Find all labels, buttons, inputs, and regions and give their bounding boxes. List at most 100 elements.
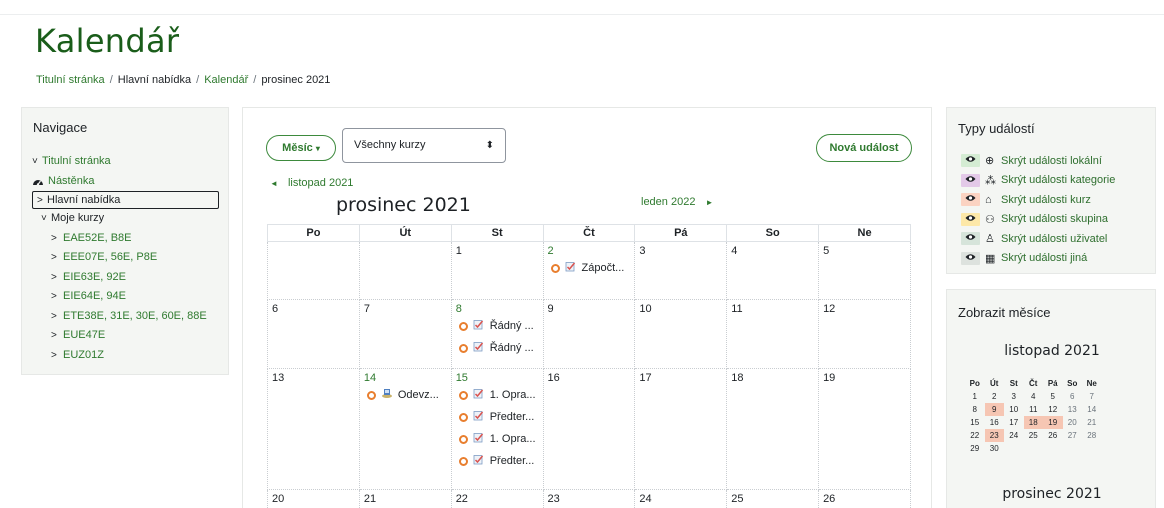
- calendar-day-cell[interactable]: 26: [818, 489, 911, 508]
- calendar-day-cell[interactable]: 2 Zápočt...: [542, 241, 636, 300]
- event-type-item[interactable]: ⌂ Skrýt události kurz: [961, 190, 1115, 210]
- assignment-icon: [473, 432, 486, 446]
- mini-month-title[interactable]: listopad 2021: [947, 343, 1157, 359]
- nav-item-course[interactable]: > EIE63E, 92E: [32, 268, 228, 288]
- calendar-day-cell[interactable]: [267, 241, 360, 300]
- breadcrumb-calendar-link[interactable]: Kalendář: [204, 74, 248, 86]
- calendar-day-cell[interactable]: 14 Odevz...: [358, 368, 452, 490]
- calendar-event[interactable]: Odevz...: [366, 384, 448, 406]
- day-number: 5: [823, 245, 830, 257]
- day-number: 9: [547, 303, 554, 315]
- mini-day[interactable]: 19: [1043, 416, 1063, 429]
- calendar-day-cell[interactable]: 21: [358, 489, 452, 508]
- event-type-item[interactable]: ▦ Skrýt události jiná: [961, 249, 1115, 269]
- event-type-dot: [458, 456, 468, 466]
- event-type-item[interactable]: ♙ Skrýt události uživatel: [961, 229, 1115, 249]
- calendar-day-cell[interactable]: 7: [358, 299, 452, 369]
- calendar-day-cell[interactable]: 8 Řádný ... Řádný ...: [450, 299, 544, 369]
- chevron-down-icon: ˅: [41, 213, 47, 225]
- calendar-day-cell[interactable]: 3: [634, 241, 728, 300]
- calendar-day-cell[interactable]: 17: [634, 368, 728, 490]
- calendar-day-cell[interactable]: 22: [450, 489, 544, 508]
- breadcrumb-home-link[interactable]: Titulní stránka: [36, 74, 105, 86]
- submission-icon: [381, 388, 394, 402]
- eye-icon[interactable]: [961, 193, 980, 207]
- nav-item-course[interactable]: > EUZ01Z: [32, 346, 228, 366]
- event-type-item[interactable]: ⁂ Skrýt události kategorie: [961, 171, 1115, 191]
- nav-item-course[interactable]: > EAE52E, B8E: [32, 229, 228, 249]
- next-month-link[interactable]: leden 2022 ►: [641, 196, 713, 208]
- event-type-item[interactable]: ⊕ Skrýt události lokální: [961, 151, 1115, 171]
- nav-item-course[interactable]: > EUE47E: [32, 326, 228, 346]
- new-event-button[interactable]: Nová událost: [816, 134, 912, 162]
- calendar-week-row: 13 14 Odevz... 15 1. Opra... Předter... 1. Opr…: [267, 368, 911, 490]
- event-type-dot: [366, 390, 376, 400]
- calendar-day-cell[interactable]: 6: [267, 299, 360, 369]
- eye-icon[interactable]: [961, 232, 980, 246]
- day-number[interactable]: 8: [456, 303, 540, 315]
- course-select[interactable]: Všechny kurzy ⬍: [342, 128, 506, 163]
- calendar-event[interactable]: Předter...: [458, 450, 540, 472]
- calendar-day-cell[interactable]: 11: [726, 299, 820, 369]
- calendar-day-cell[interactable]: 15 1. Opra... Předter... 1. Opra... Předter.…: [450, 368, 544, 490]
- prev-month-link[interactable]: ◄ listopad 2021: [270, 177, 353, 189]
- event-type-dot: [458, 412, 468, 422]
- mini-day[interactable]: 18: [1023, 416, 1043, 429]
- day-number[interactable]: 15: [456, 372, 540, 384]
- calendar-day-cell[interactable]: 9: [542, 299, 636, 369]
- calendar-day-cell[interactable]: 16: [542, 368, 636, 490]
- calendar-day-cell[interactable]: 5: [818, 241, 911, 300]
- eye-icon[interactable]: [961, 251, 980, 265]
- calendar-day-cell[interactable]: 18: [726, 368, 820, 490]
- calendar-day-cell[interactable]: 24: [634, 489, 728, 508]
- calendar-day-cell[interactable]: 12: [818, 299, 911, 369]
- nav-item-course[interactable]: > ETE38E, 31E, 30E, 60E, 88E: [32, 307, 228, 327]
- nav-item-dashboard[interactable]: Nástěnka: [32, 172, 228, 192]
- event-title: Řádný ...: [489, 342, 534, 354]
- mini-day[interactable]: 9: [984, 403, 1004, 416]
- nav-item-home[interactable]: ˅ Titulní stránka: [32, 152, 228, 172]
- calendar-day-cell[interactable]: [358, 241, 452, 300]
- calendar-event[interactable]: Řádný ...: [458, 315, 540, 337]
- calendar-event[interactable]: 1. Opra...: [458, 428, 540, 450]
- eye-icon[interactable]: [961, 212, 980, 226]
- day-number: 24: [639, 493, 652, 505]
- calendar-event[interactable]: Řádný ...: [458, 337, 540, 359]
- course-select-value: Všechny kurzy: [354, 139, 426, 151]
- day-number: 7: [363, 303, 370, 315]
- nav-item-my-courses[interactable]: ˅ Moje kurzy: [32, 209, 228, 229]
- calendar-event[interactable]: Předter...: [458, 406, 540, 428]
- calendar-event[interactable]: Zápočt...: [550, 257, 632, 279]
- calendar-day-cell[interactable]: 25: [726, 489, 820, 508]
- nav-item-main-menu[interactable]: > Hlavní nabídka: [32, 191, 219, 209]
- day-number: 21: [363, 493, 377, 505]
- calendar-event[interactable]: 1. Opra...: [458, 384, 540, 406]
- mini-day: [1043, 442, 1063, 455]
- day-number[interactable]: 14: [364, 372, 448, 384]
- event-type-label: Skrýt události kategorie: [1001, 174, 1116, 187]
- assignment-icon: [473, 454, 486, 468]
- day-number: [364, 245, 448, 257]
- calendar-day-cell[interactable]: 20: [267, 489, 360, 508]
- nav-item-course[interactable]: > EEE07E, 56E, P8E: [32, 248, 228, 268]
- mini-day[interactable]: 23: [984, 429, 1004, 442]
- view-month-button[interactable]: Měsíc ▾: [266, 135, 336, 161]
- assignment-icon: [473, 341, 486, 355]
- day-number[interactable]: 2: [548, 245, 632, 257]
- calendar-block: Měsíc ▾ Všechny kurzy ⬍ Nová událost ◄ l…: [242, 107, 932, 508]
- nav-item-course[interactable]: > EIE64E, 94E: [32, 287, 228, 307]
- mini-weekday-header: So: [1067, 379, 1078, 388]
- calendar-day-cell[interactable]: 19: [818, 368, 911, 490]
- navigation-tree: ˅ Titulní stránka Nástěnka > Hlavní nabí…: [32, 152, 228, 365]
- eye-icon[interactable]: [961, 173, 980, 187]
- calendar-day-cell[interactable]: 13: [267, 368, 360, 490]
- eye-icon[interactable]: [961, 154, 980, 168]
- calendar-day-cell[interactable]: 4: [726, 241, 820, 300]
- event-type-item[interactable]: ⚇ Skrýt události skupina: [961, 210, 1115, 230]
- user-icon: ♙: [985, 233, 995, 246]
- calendar-day-cell[interactable]: 1: [450, 241, 544, 300]
- calendar-day-cell[interactable]: 23: [542, 489, 636, 508]
- calendar-day-cell[interactable]: 10: [634, 299, 728, 369]
- chevron-right-icon: >: [51, 310, 57, 322]
- mini-month-title[interactable]: prosinec 2021: [947, 486, 1157, 502]
